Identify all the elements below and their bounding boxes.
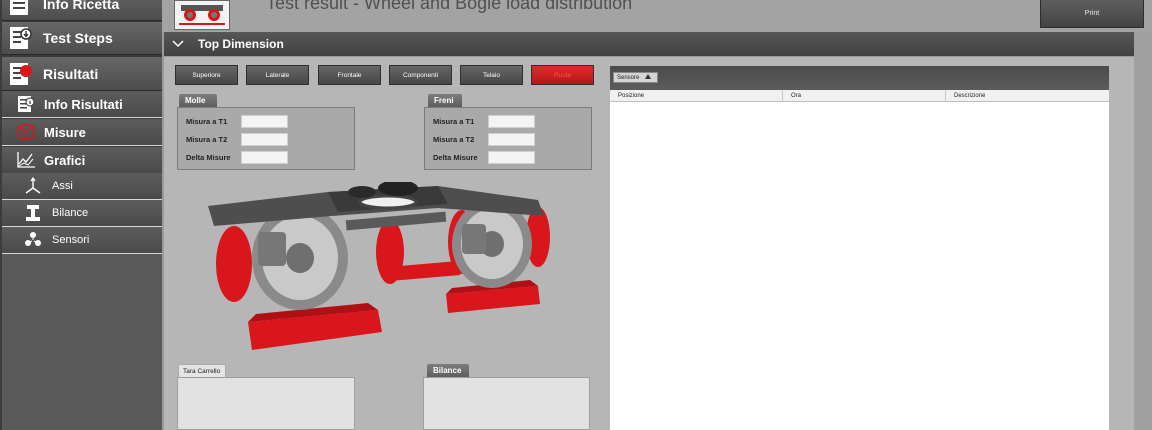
sidebar-item-label: Misure bbox=[44, 124, 86, 140]
freni-group: Misura a T1 Misura a T2 Delta Misure bbox=[424, 107, 592, 170]
freni-row-t2: Misura a T2 bbox=[433, 132, 535, 146]
tab-ruote[interactable]: Ruote bbox=[531, 65, 594, 85]
sidebar-item-label: Risultati bbox=[43, 65, 99, 82]
freni-row-delta: Delta Misure bbox=[433, 150, 535, 164]
molle-group-title: Molle bbox=[179, 94, 217, 107]
sidebar-item-label: Assi bbox=[52, 180, 73, 192]
measure-icon bbox=[14, 121, 38, 143]
molle-row-t2: Misura a T2 bbox=[186, 132, 288, 146]
page-title: Test result - Wheel and Bogie load distr… bbox=[266, 0, 633, 13]
freni-delta-field[interactable] bbox=[488, 150, 535, 164]
molle-t1-field[interactable] bbox=[241, 114, 288, 128]
field-label: Delta Misure bbox=[186, 152, 231, 162]
sidebar: Info Ricetta Test Steps Risultati Info R… bbox=[0, 0, 162, 430]
freni-row-t1: Misura a T1 bbox=[433, 114, 535, 128]
rail-scale-icon bbox=[22, 203, 44, 223]
sensors-icon bbox=[22, 230, 44, 250]
scroll-gutter bbox=[1134, 32, 1152, 430]
freni-t1-field[interactable] bbox=[488, 114, 535, 128]
molle-group: Misura a T1 Misura a T2 Delta Misure bbox=[177, 107, 355, 170]
sidebar-item-grafici[interactable]: Grafici bbox=[2, 147, 162, 174]
field-label: Misura a T2 bbox=[186, 134, 228, 144]
grid-body[interactable] bbox=[610, 102, 1109, 430]
freni-group-title: Freni bbox=[428, 94, 462, 107]
section-title: Top Dimension bbox=[198, 37, 284, 51]
molle-row-delta: Delta Misure bbox=[186, 150, 288, 164]
bilance-group-title: Bilance bbox=[427, 364, 469, 377]
sidebar-item-sensori[interactable]: Sensori bbox=[2, 227, 162, 254]
sidebar-item-risultati[interactable]: Risultati bbox=[2, 57, 162, 91]
events-grid: Sensore Posizione Ora Descrizione bbox=[610, 66, 1109, 430]
document-icon bbox=[5, 0, 35, 19]
axes-icon bbox=[22, 176, 44, 196]
document-download-icon bbox=[5, 23, 35, 53]
grid-header: Posizione Ora Descrizione bbox=[610, 90, 1109, 102]
chevron-down-icon bbox=[172, 40, 184, 48]
sidebar-filler bbox=[2, 254, 162, 430]
sidebar-item-assi[interactable]: Assi bbox=[2, 173, 162, 200]
bilance-panel bbox=[423, 377, 590, 430]
molle-delta-field[interactable] bbox=[241, 150, 288, 164]
tara-carrello-title: Tara Carrello bbox=[178, 364, 226, 377]
print-button[interactable]: Print bbox=[1040, 0, 1144, 28]
sidebar-item-info-risultati[interactable]: Info Risultati bbox=[2, 91, 162, 118]
sidebar-item-label: Info Ricetta bbox=[43, 0, 120, 12]
group-by-chip[interactable]: Sensore bbox=[613, 72, 658, 83]
field-label: Misura a T1 bbox=[186, 116, 228, 126]
col-descrizione[interactable]: Descrizione bbox=[945, 90, 1109, 102]
sidebar-item-label: Test Steps bbox=[43, 30, 113, 46]
header: Test result - Wheel and Bogie load distr… bbox=[162, 0, 1152, 32]
sort-asc-icon bbox=[645, 74, 652, 81]
field-label: Misura a T2 bbox=[433, 134, 475, 144]
field-label: Misura a T1 bbox=[433, 116, 475, 126]
bogie-3d-illustration bbox=[208, 182, 550, 350]
col-posizione[interactable]: Posizione bbox=[610, 90, 782, 102]
chart-icon bbox=[14, 149, 38, 171]
molle-row-t1: Misura a T1 bbox=[186, 114, 288, 128]
field-label: Delta Misure bbox=[433, 152, 478, 162]
sidebar-item-label: Bilance bbox=[52, 207, 89, 219]
tab-componenti[interactable]: Componenti bbox=[389, 65, 452, 85]
tab-superiore[interactable]: Superiore bbox=[175, 65, 238, 85]
section-header[interactable]: Top Dimension bbox=[164, 32, 1134, 56]
tab-telaio[interactable]: Telaio bbox=[460, 65, 523, 85]
document-results-icon bbox=[5, 59, 35, 89]
tab-frontale[interactable]: Frontale bbox=[318, 65, 381, 85]
tara-carrello-panel bbox=[177, 377, 355, 430]
bogie-thumbnail bbox=[174, 0, 230, 30]
document-info-icon bbox=[14, 93, 38, 115]
tab-laterale[interactable]: Laterale bbox=[246, 65, 309, 85]
freni-t2-field[interactable] bbox=[488, 132, 535, 146]
col-ora[interactable]: Ora bbox=[782, 90, 945, 102]
grid-group-panel: Sensore bbox=[610, 66, 1109, 89]
main-content: Superiore Laterale Frontale Componenti T… bbox=[164, 57, 1134, 430]
sidebar-item-misure[interactable]: Misure bbox=[2, 119, 162, 146]
sidebar-item-bilance[interactable]: Bilance bbox=[2, 200, 162, 227]
sidebar-item-label: Grafici bbox=[44, 152, 86, 168]
group-by-label: Sensore bbox=[617, 74, 640, 81]
molle-t2-field[interactable] bbox=[241, 132, 288, 146]
sidebar-item-info-ricetta[interactable]: Info Ricetta bbox=[2, 0, 162, 21]
sidebar-item-label: Info Risultati bbox=[44, 96, 123, 112]
sidebar-item-label: Sensori bbox=[52, 234, 90, 246]
sidebar-item-test-steps[interactable]: Test Steps bbox=[2, 22, 162, 55]
